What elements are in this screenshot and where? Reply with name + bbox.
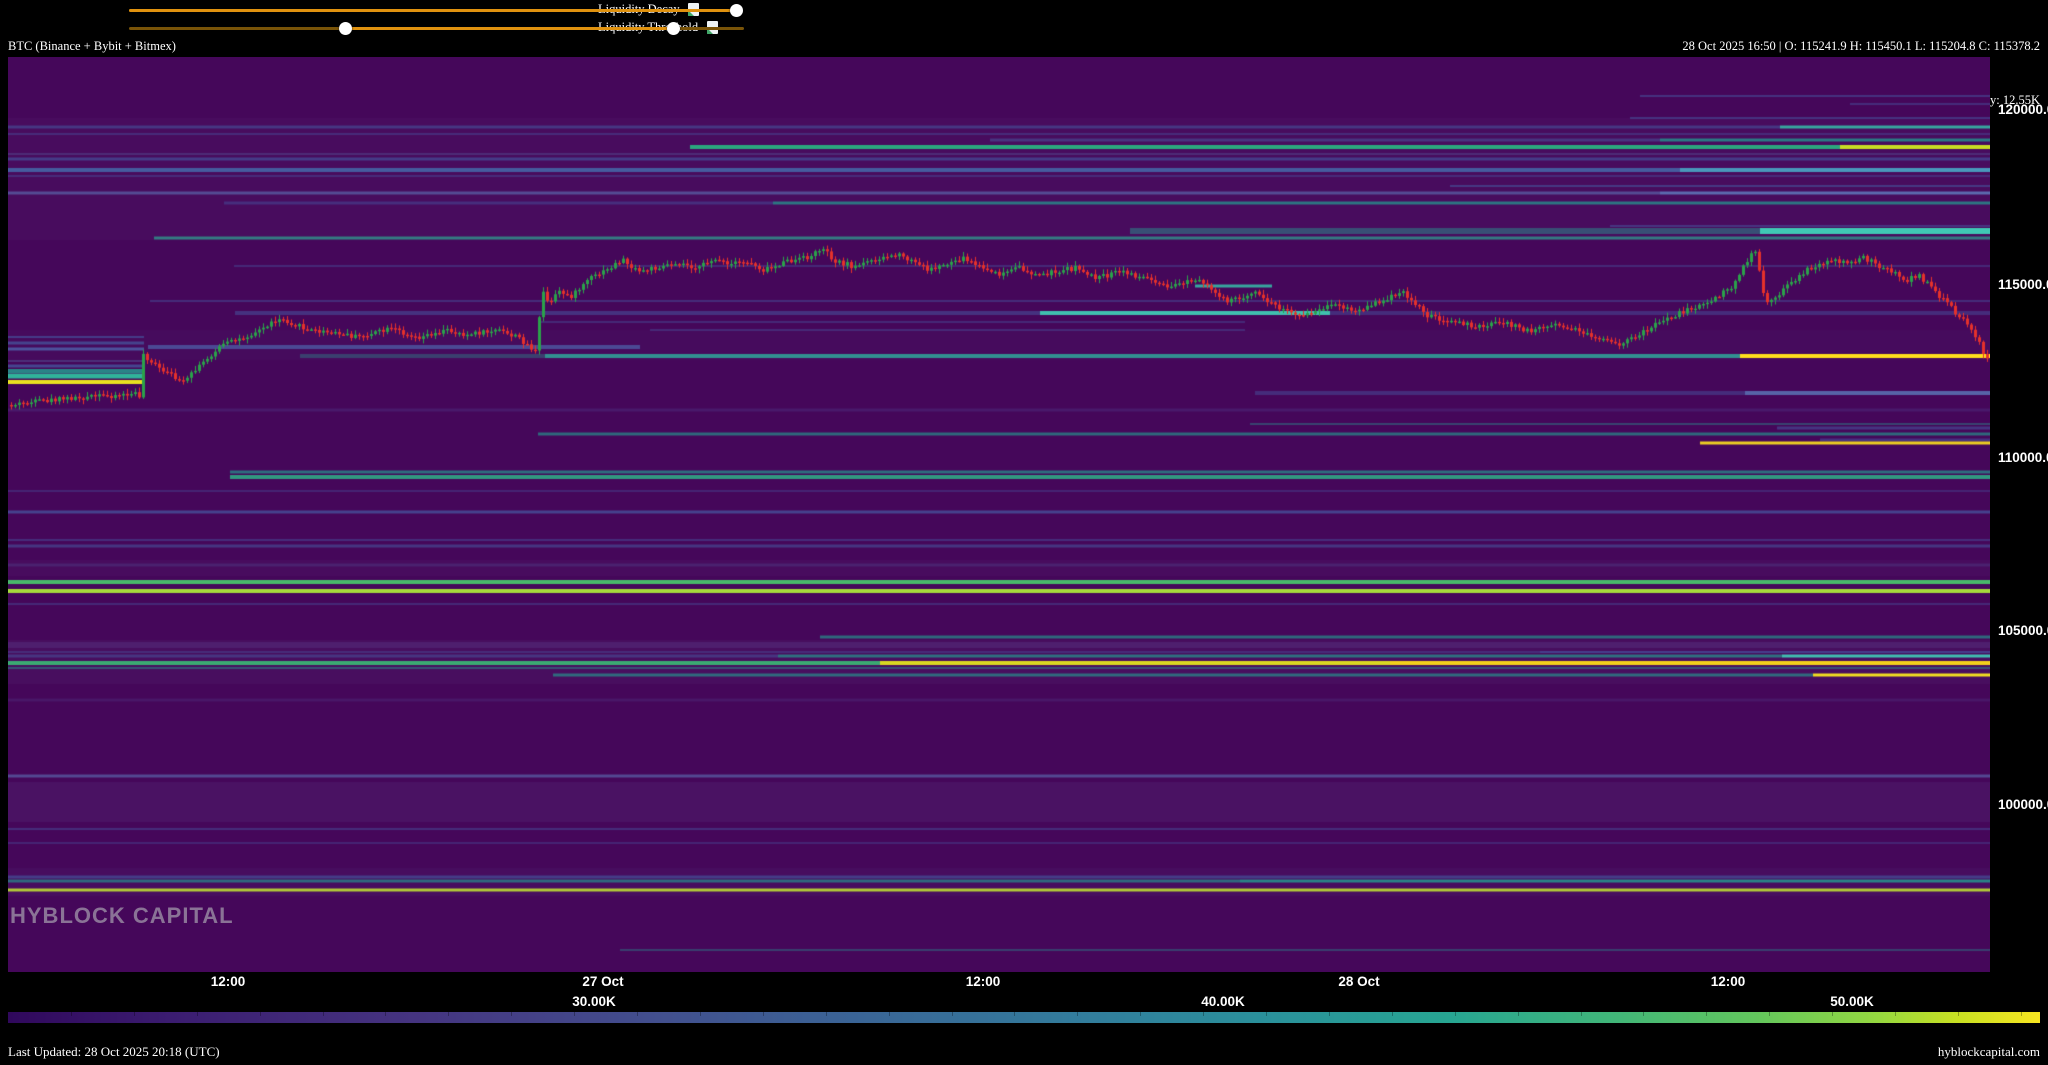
colorbar-notch bbox=[1958, 1012, 1959, 1016]
colorbar-notch bbox=[700, 1012, 701, 1016]
liquidity-colorbar bbox=[8, 1012, 2040, 1023]
price-tick-label: 105000.0 bbox=[1998, 623, 2048, 638]
colorbar-notch bbox=[1203, 1012, 1204, 1016]
liquidity-decay-control: Liquidity Decay bbox=[0, 1, 2048, 19]
time-tick-label: 12:00 bbox=[966, 974, 1001, 989]
colorbar-notch bbox=[1832, 1012, 1833, 1016]
colorbar-notch bbox=[1140, 1012, 1141, 1016]
colorbar-notch bbox=[448, 1012, 449, 1016]
colorbar-notch bbox=[1581, 1012, 1582, 1016]
colorbar-notch bbox=[1077, 1012, 1078, 1016]
colorbar-notch bbox=[826, 1012, 827, 1016]
colorbar-notch bbox=[1895, 1012, 1896, 1016]
liquidity-threshold-slider-track[interactable] bbox=[129, 27, 744, 30]
liquidity-decay-slider-handle[interactable] bbox=[730, 4, 743, 17]
time-tick-label: 27 Oct bbox=[582, 974, 623, 989]
colorbar-notch bbox=[2021, 1012, 2022, 1016]
time-tick-label: 12:00 bbox=[1711, 974, 1746, 989]
colorbar-notch bbox=[1329, 1012, 1330, 1016]
colorbar-notch bbox=[1769, 1012, 1770, 1016]
threshold-min-handle[interactable] bbox=[339, 22, 352, 35]
time-tick-label: 12:00 bbox=[211, 974, 246, 989]
hyblock-watermark: HYBLOCK CAPITAL bbox=[10, 903, 234, 929]
threshold-max-handle[interactable] bbox=[667, 22, 680, 35]
liquidation-heatmap-canvas[interactable] bbox=[8, 57, 1990, 972]
colorbar-notch bbox=[511, 1012, 512, 1016]
price-tick-label: 110000.0 bbox=[1998, 450, 2048, 465]
time-tick-label: 28 Oct bbox=[1338, 974, 1379, 989]
last-updated-text: Last Updated: 28 Oct 2025 20:18 (UTC) bbox=[8, 1044, 220, 1060]
colorbar-tick-label: 30.00K bbox=[572, 994, 616, 1009]
colorbar-notch bbox=[1518, 1012, 1519, 1016]
colorbar-tick-label: 40.00K bbox=[1201, 994, 1245, 1009]
colorbar-notch bbox=[1643, 1012, 1644, 1016]
symbol-title: BTC (Binance + Bybit + Bitmex) bbox=[8, 37, 264, 55]
colorbar-notch bbox=[763, 1012, 764, 1016]
colorbar-notch bbox=[323, 1012, 324, 1016]
colorbar-notch bbox=[71, 1012, 72, 1016]
colorbar-notch bbox=[1266, 1012, 1267, 1016]
slider-range-fill bbox=[345, 27, 673, 30]
liquidation-heatmap-app: BTC (Binance + Bybit + Bitmex) Lookback:… bbox=[0, 0, 2048, 1065]
colorbar-notch bbox=[1392, 1012, 1393, 1016]
liquidity-threshold-control: Liquidity Threshold bbox=[0, 19, 2048, 37]
colorbar-notch bbox=[385, 1012, 386, 1016]
site-link[interactable]: hyblockcapital.com bbox=[1938, 1044, 2040, 1060]
colorbar-notch bbox=[1455, 1012, 1456, 1016]
ohlc-readout: 28 Oct 2025 16:50 | O: 115241.9 H: 11545… bbox=[1682, 37, 2040, 55]
colorbar-notch bbox=[952, 1012, 953, 1016]
price-tick-label: 120000.0 bbox=[1998, 102, 2048, 117]
heatmap-plot-area[interactable]: HYBLOCK CAPITAL bbox=[8, 57, 1990, 972]
colorbar-notch bbox=[574, 1012, 575, 1016]
liquidity-decay-slider-track[interactable] bbox=[129, 9, 739, 12]
price-tick-label: 115000.0 bbox=[1998, 277, 2048, 292]
colorbar-notch bbox=[197, 1012, 198, 1016]
colorbar-notch bbox=[637, 1012, 638, 1016]
price-tick-label: 100000.0 bbox=[1998, 797, 2048, 812]
colorbar-tick-label: 50.00K bbox=[1830, 994, 1874, 1009]
colorbar-notch bbox=[134, 1012, 135, 1016]
colorbar-notch bbox=[1014, 1012, 1015, 1016]
colorbar-notch bbox=[1706, 1012, 1707, 1016]
colorbar-notch bbox=[260, 1012, 261, 1016]
slider-fill bbox=[129, 9, 739, 12]
colorbar-notch bbox=[889, 1012, 890, 1016]
